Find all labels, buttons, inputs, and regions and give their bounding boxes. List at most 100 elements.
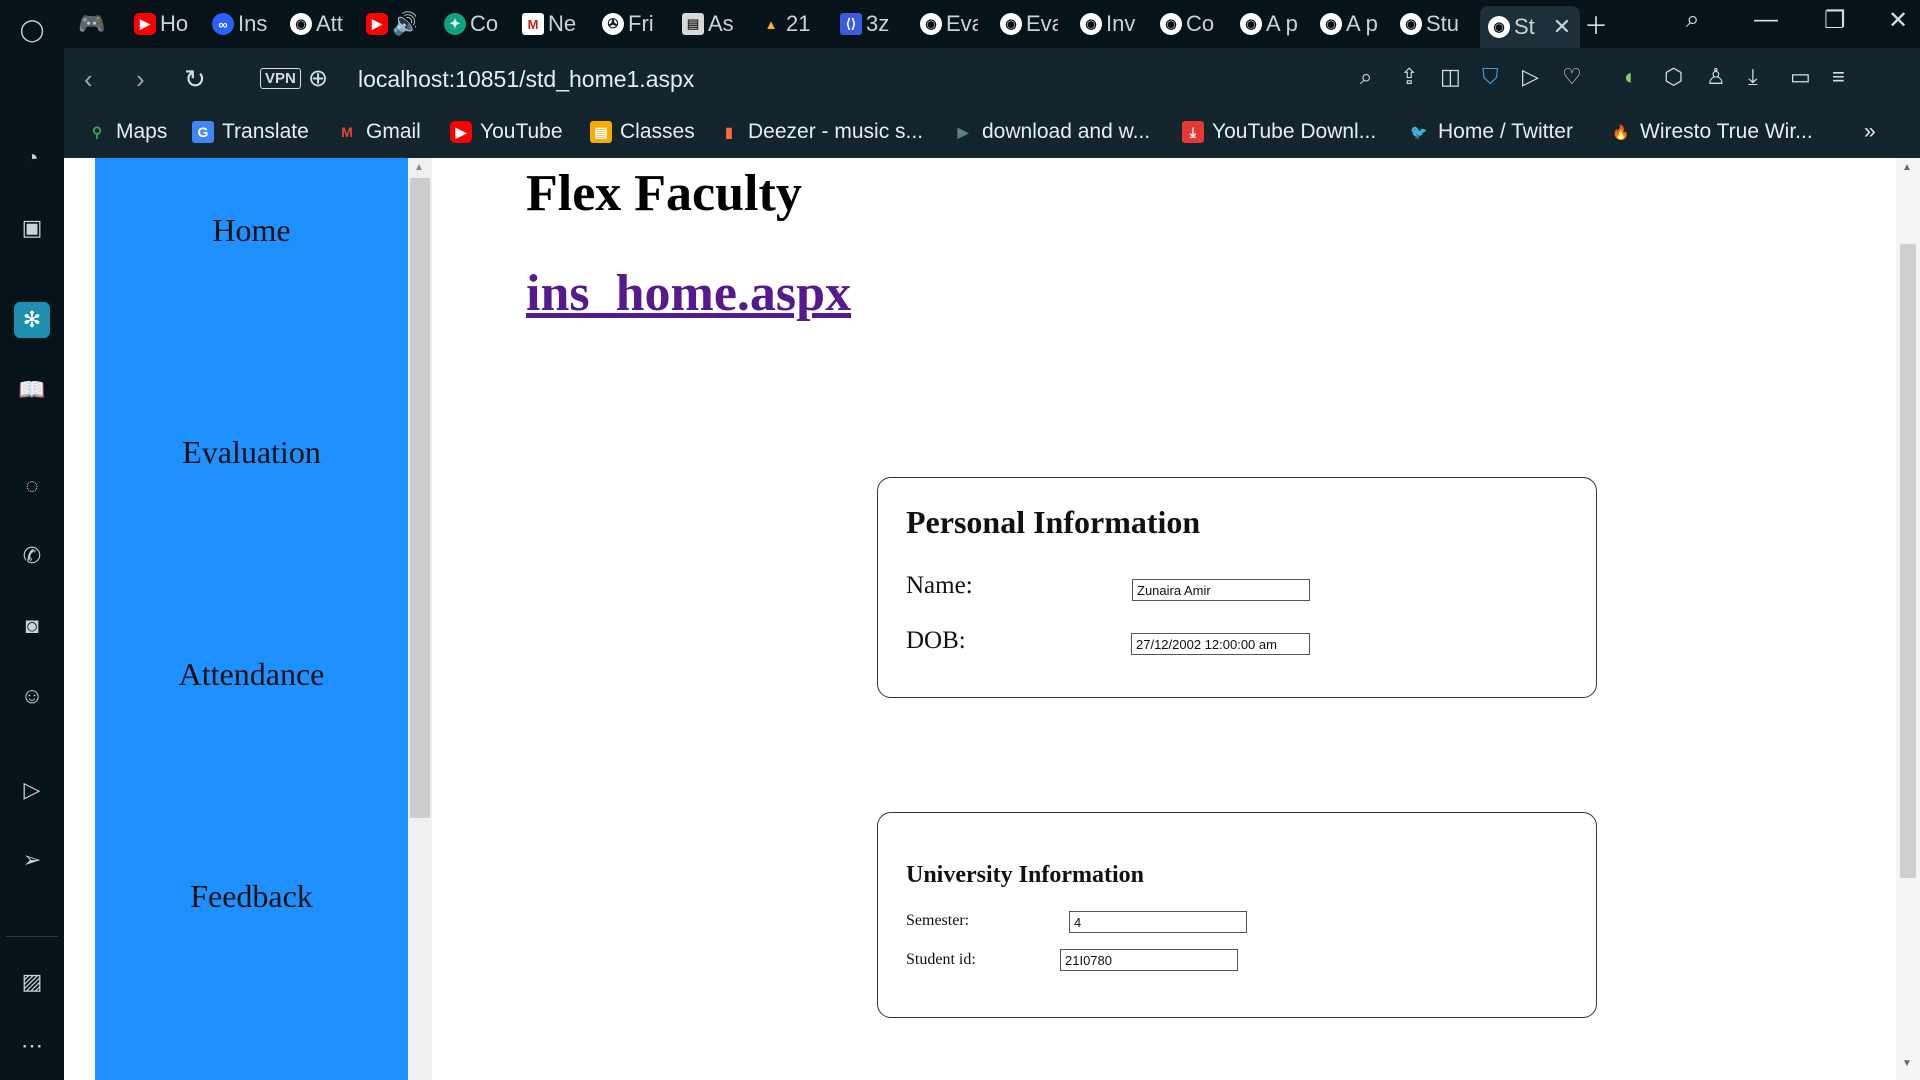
flame-icon: 🔥 — [1612, 123, 1630, 140]
globe-icon: ◉ — [1080, 13, 1102, 35]
workspace-icon[interactable]: ✻ — [14, 302, 50, 338]
messenger-icon[interactable]: ◌ — [14, 468, 50, 504]
bookmark-classes[interactable]: ▤ Classes — [590, 120, 695, 144]
scroll-up-icon[interactable]: ▲ — [1902, 162, 1912, 173]
deezer-icon: ▮ — [725, 123, 733, 140]
bookmark-download[interactable]: ▶ download and w... — [952, 120, 1151, 144]
opera-logo-icon[interactable]: ◯ — [14, 12, 50, 48]
close-tab-icon[interactable]: ✕ — [1553, 14, 1571, 40]
battery-icon[interactable]: ▭ — [1790, 64, 1811, 90]
page-scrollbar[interactable]: ▲ ▼ — [1896, 158, 1920, 1080]
bookmark-wiresto[interactable]: 🔥 Wiresto True Wir... — [1610, 120, 1812, 144]
zoom-icon[interactable]: ⌕ — [1360, 64, 1372, 90]
chatgpt-icon: ✦ — [444, 13, 466, 35]
tab-7[interactable]: ✇ Fri — [602, 8, 660, 40]
university-info-panel: University Information Semester: Student… — [877, 812, 1597, 1018]
student-id-field[interactable] — [1060, 949, 1238, 971]
bookmark-translate[interactable]: G Translate — [192, 120, 309, 144]
gmail-icon: M — [341, 124, 353, 140]
nav-scrollbar[interactable]: ▲ — [408, 158, 432, 1080]
back-icon[interactable]: ‹ — [84, 64, 93, 95]
tab-15[interactable]: ◉ A p — [1240, 8, 1298, 40]
site-info-icon[interactable]: ⊕ — [308, 64, 328, 93]
extension-icon[interactable]: ◐ — [1624, 64, 1637, 90]
speed-dial-icon[interactable]: ◔ — [14, 140, 50, 176]
bookmarks-panel-icon[interactable]: 📖 — [14, 372, 50, 408]
bookmark-gmail[interactable]: M Gmail — [336, 120, 421, 144]
tab-12[interactable]: ◉ Eva — [1000, 8, 1058, 40]
tab-gamepad[interactable]: 🎮 — [78, 8, 108, 40]
bookmark-deezer[interactable]: ▮ Deezer - music s... — [718, 120, 923, 144]
download-icon[interactable]: ⤓ — [1748, 64, 1758, 90]
name-field[interactable] — [1132, 579, 1310, 601]
scroll-down-icon[interactable]: ▼ — [1902, 1058, 1912, 1069]
youtube-icon: ▶ — [366, 13, 388, 35]
player-icon[interactable]: ▷ — [14, 772, 50, 808]
tab-16[interactable]: ◉ A p — [1320, 8, 1378, 40]
globe-icon: ◉ — [1320, 13, 1342, 35]
nav-attendance[interactable]: Attendance — [95, 656, 408, 693]
drive-icon: ▲ — [764, 16, 778, 32]
personal-info-heading: Personal Information — [906, 504, 1201, 540]
new-tab-icon[interactable]: ＋ — [1584, 6, 1608, 41]
restore-icon[interactable]: ❐ — [1824, 6, 1846, 35]
url-field[interactable]: localhost:10851/std_home1.aspx — [358, 66, 694, 93]
more-bookmarks-icon[interactable]: » — [1864, 120, 1876, 144]
gallery-icon[interactable]: ▨ — [14, 964, 50, 1000]
tab-17[interactable]: ◉ Stu — [1400, 8, 1458, 40]
tab-13[interactable]: ◉ Inv — [1080, 8, 1138, 40]
whatsapp-icon[interactable]: ✆ — [14, 538, 50, 574]
tab-14[interactable]: ◉ Co — [1160, 8, 1218, 40]
close-window-icon[interactable]: ✕ — [1888, 6, 1908, 35]
cube-icon[interactable]: ⬡ — [1664, 64, 1683, 90]
nav-feedback[interactable]: Feedback — [95, 878, 408, 915]
name-label: Name: — [906, 572, 973, 599]
snapshot-icon[interactable]: ◫ — [1440, 64, 1461, 90]
aria-icon[interactable]: ▣ — [14, 210, 50, 246]
semester-field[interactable] — [1069, 911, 1247, 933]
speaker-icon[interactable]: 🔊 — [392, 11, 416, 37]
vpn-badge[interactable]: VPN — [260, 68, 301, 89]
nav-scroll-thumb[interactable] — [410, 178, 430, 818]
send-icon[interactable]: ➢ — [14, 842, 50, 878]
tab-10[interactable]: ⟨⟩ 3z — [840, 8, 898, 40]
tab-8[interactable]: ▤ As — [682, 8, 740, 40]
globe-icon: ◉ — [1488, 16, 1510, 38]
play-store-icon: ▶ — [957, 123, 969, 140]
tab-3[interactable]: ◉ Att — [290, 8, 348, 40]
dob-field[interactable] — [1131, 633, 1310, 655]
profile-icon[interactable]: ♙ — [1706, 64, 1726, 90]
nav-evaluation[interactable]: Evaluation — [95, 434, 408, 471]
scroll-up-icon[interactable]: ▲ — [414, 162, 424, 173]
shield-icon[interactable]: ⛉ — [1482, 64, 1499, 90]
tab-9[interactable]: ▲ 21 — [760, 8, 818, 40]
tab-search-icon[interactable]: ⌕ — [1686, 6, 1699, 34]
page-scroll-thumb[interactable] — [1900, 244, 1916, 878]
tab-11[interactable]: ◉ Eva — [920, 8, 978, 40]
tab-1[interactable]: ▶ Ho — [134, 8, 192, 40]
minimize-icon[interactable]: — — [1754, 6, 1778, 34]
discord-icon[interactable]: ☺ — [14, 678, 50, 714]
link-icon: ∞ — [212, 13, 234, 35]
tab-6[interactable]: M Ne — [522, 8, 580, 40]
send-icon[interactable]: ▷ — [1522, 64, 1539, 90]
reload-icon[interactable]: ↻ — [184, 64, 206, 95]
semester-label: Semester: — [906, 912, 970, 929]
bookmark-youtube-downloader[interactable]: ⤓ YouTube Downl... — [1182, 120, 1376, 144]
tab-2[interactable]: ∞ Ins — [212, 8, 270, 40]
nav-home[interactable]: Home — [95, 212, 408, 249]
tab-4[interactable]: ▶ 🔊 — [366, 8, 416, 40]
tab-active[interactable]: ◉ St ✕ — [1480, 6, 1580, 48]
classroom-icon: ▤ — [590, 121, 612, 143]
tab-5[interactable]: ✦ Co — [444, 8, 502, 40]
bookmark-maps[interactable]: ⚲ Maps — [86, 120, 168, 144]
ins-home-link[interactable]: ins_home.aspx — [526, 264, 851, 323]
easy-setup-icon[interactable]: ≡ — [1832, 64, 1845, 90]
more-icon[interactable]: ⋯ — [14, 1028, 50, 1064]
instagram-icon[interactable]: ◙ — [14, 608, 50, 644]
forward-icon[interactable]: › — [136, 64, 145, 95]
bookmark-twitter[interactable]: 🐦 Home / Twitter — [1408, 120, 1573, 144]
share-icon[interactable]: ⇪ — [1400, 64, 1418, 90]
heart-icon[interactable]: ♡ — [1562, 64, 1582, 90]
bookmark-youtube[interactable]: ▶ YouTube — [450, 120, 563, 144]
